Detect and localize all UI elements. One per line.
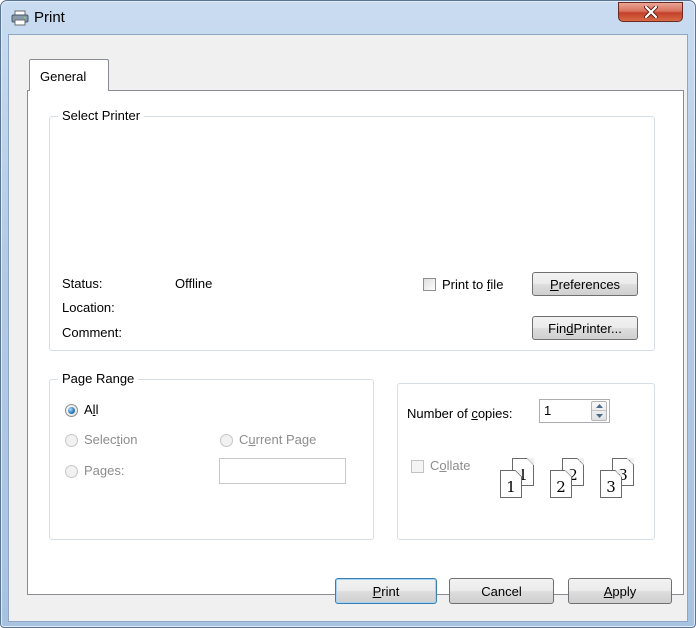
print-label-post: rint bbox=[381, 583, 400, 599]
all-radio[interactable] bbox=[65, 404, 78, 417]
current-page-label-post: rrent Page bbox=[255, 432, 317, 447]
collate-page-front: 2 bbox=[550, 470, 572, 498]
cancel-button[interactable]: Cancel bbox=[449, 578, 554, 604]
selection-radio[interactable] bbox=[65, 434, 78, 447]
close-icon bbox=[643, 6, 658, 18]
status-value: Offline bbox=[175, 276, 213, 291]
tab-label: General bbox=[40, 69, 87, 84]
collate-page-number: 2 bbox=[556, 478, 566, 496]
copies-spin-buttons[interactable] bbox=[591, 401, 607, 421]
print-to-file-checkbox[interactable] bbox=[423, 278, 436, 291]
print-to-file-label-post: ile bbox=[490, 277, 504, 292]
current-page-label-key: u bbox=[248, 432, 256, 447]
current-page-radio[interactable] bbox=[220, 434, 233, 447]
apply-label-key: A bbox=[603, 583, 613, 599]
collate-page-stack-3: 3 3 bbox=[598, 458, 638, 500]
find-printer-label-post: Printer... bbox=[573, 320, 622, 336]
print-to-file-label-pre: Print to bbox=[442, 277, 487, 292]
collate-page-number: 1 bbox=[506, 478, 516, 496]
apply-label-post: pply bbox=[612, 583, 637, 599]
print-button[interactable]: Print bbox=[335, 578, 437, 604]
current-page-label-pre: C bbox=[239, 432, 249, 447]
copies-label-post: opies: bbox=[477, 406, 513, 421]
number-of-copies-label: Number of copies: bbox=[407, 406, 513, 421]
copies-input[interactable]: 1 bbox=[540, 400, 590, 422]
collate-checkbox[interactable] bbox=[411, 460, 424, 473]
dialog-client-area: General Select Printer Status: Offline L… bbox=[8, 34, 688, 622]
general-tab-panel: Select Printer Status: Offline Location:… bbox=[27, 90, 684, 595]
collate-label-pre: C bbox=[430, 458, 440, 473]
status-label: Status: bbox=[62, 276, 103, 291]
close-button[interactable] bbox=[618, 2, 683, 22]
preferences-label-post: references bbox=[558, 276, 621, 292]
spin-down-icon[interactable] bbox=[592, 411, 606, 420]
printer-icon bbox=[11, 10, 29, 26]
preferences-button[interactable]: Preferences bbox=[532, 272, 638, 296]
find-printer-label-key: d bbox=[566, 320, 574, 336]
all-label-pre: A bbox=[84, 402, 93, 417]
selection-label-pre: Selec bbox=[84, 432, 117, 447]
collate-label[interactable]: Collate bbox=[430, 458, 470, 473]
print-to-file-label[interactable]: Print to file bbox=[442, 277, 503, 292]
copies-label-pre: Number of bbox=[407, 406, 472, 421]
pages-label-post: es: bbox=[107, 463, 125, 478]
selection-radio-label[interactable]: Selection bbox=[84, 432, 138, 447]
copies-group: Number of copies: 1 Collate 1 1 2 2 3 3 bbox=[397, 383, 655, 540]
selection-label-post: ion bbox=[120, 432, 138, 447]
print-label-key: P bbox=[372, 583, 382, 599]
pages-radio[interactable] bbox=[65, 465, 78, 478]
collate-label-key: o bbox=[439, 458, 447, 473]
select-printer-legend: Select Printer bbox=[58, 108, 145, 123]
page-range-legend: Page Range bbox=[58, 371, 139, 386]
all-label-post: l bbox=[95, 402, 99, 417]
preferences-label-key: P bbox=[549, 276, 559, 292]
print-dialog-window: Print General Select Printer Status: Off… bbox=[0, 0, 696, 628]
pages-radio-label[interactable]: Pages: bbox=[84, 463, 124, 478]
apply-button[interactable]: Apply bbox=[568, 578, 672, 604]
all-radio-label[interactable]: All bbox=[84, 402, 98, 417]
collate-page-front: 1 bbox=[500, 470, 522, 498]
tab-general[interactable]: General bbox=[29, 59, 109, 91]
location-label: Location: bbox=[62, 300, 115, 315]
copies-spinner[interactable]: 1 bbox=[539, 399, 610, 423]
collate-page-number: 3 bbox=[606, 478, 616, 496]
collate-page-front: 3 bbox=[600, 470, 622, 498]
pages-label-pre: Pa bbox=[84, 463, 100, 478]
window-title: Print bbox=[34, 9, 65, 26]
find-printer-label-pre: Fin bbox=[548, 320, 567, 336]
collate-page-stack-1: 1 1 bbox=[498, 458, 538, 500]
collate-page-stack-2: 2 2 bbox=[548, 458, 588, 500]
spin-up-icon[interactable] bbox=[592, 402, 606, 411]
page-range-group: Page Range All Selection Current Page Pa… bbox=[49, 371, 374, 540]
printer-list[interactable] bbox=[58, 129, 646, 259]
current-page-radio-label[interactable]: Current Page bbox=[239, 432, 316, 447]
cancel-label: Cancel bbox=[481, 583, 522, 599]
comment-label: Comment: bbox=[62, 325, 122, 340]
collate-label-post: llate bbox=[446, 458, 471, 473]
title-bar[interactable]: Print bbox=[1, 1, 695, 35]
pages-input[interactable] bbox=[219, 458, 346, 484]
select-printer-group: Select Printer Status: Offline Location:… bbox=[49, 108, 655, 351]
find-printer-button[interactable]: Fin d Printer... bbox=[532, 316, 638, 340]
